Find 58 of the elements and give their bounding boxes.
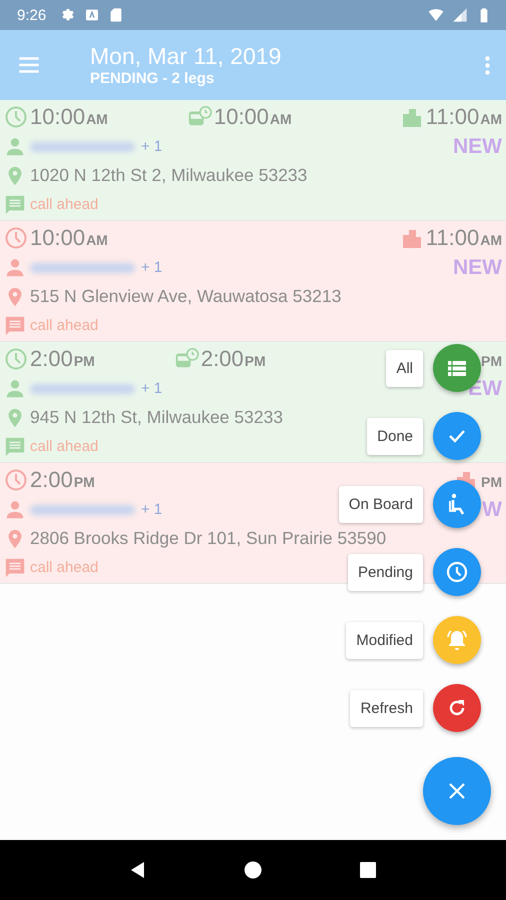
dropoff-time: 11:00AM [426,225,502,251]
sd-card-icon [108,7,124,23]
person-icon [4,256,26,278]
start-time: 10:00AM [30,104,108,130]
passenger-count: + 1 [141,259,162,276]
gear-icon [60,7,76,23]
action-label[interactable]: On Board [338,486,423,522]
action-label[interactable]: All [386,350,423,386]
signal-icon [452,7,468,23]
status-label: NEW [453,256,502,280]
clock-icon [445,560,469,584]
clock-icon [4,347,28,371]
recents-icon[interactable] [358,860,378,880]
person-icon [4,498,26,520]
clock-icon [4,105,28,129]
message-icon [4,314,26,336]
status-label: NEW [453,134,502,158]
passenger-count: + 1 [141,380,162,397]
action-label[interactable]: Modified [346,622,423,658]
wifi-icon [428,7,444,23]
action-button[interactable] [433,684,481,732]
action-label[interactable]: Pending [348,554,423,590]
note: call ahead [30,559,98,576]
action-label[interactable]: Refresh [350,690,423,726]
dropoff-time: PM [480,352,502,371]
more-icon [485,56,490,74]
dropoff-time: 11:00AM [426,104,502,130]
address: 515 N Glenview Ave, Wauwatosa 53213 [30,286,342,307]
keyboard-icon [84,7,100,23]
pickup-time: 10:00AM [214,104,292,130]
note: call ahead [30,317,98,334]
address: 945 N 12th St, Milwaukee 53233 [30,407,283,428]
clock-icon [4,226,28,250]
status-label: W [482,498,502,522]
passenger-count: + 1 [141,138,162,155]
start-time: 2:00PM [30,467,95,493]
person-icon [4,136,26,158]
start-time: 10:00AM [30,225,108,251]
message-icon [4,194,26,216]
passenger-count: + 1 [141,501,162,518]
clock-icon [4,468,28,492]
clock-time: 9:26 [17,6,46,24]
home-icon[interactable] [242,860,263,880]
app-subtitle: PENDING - 2 legs [90,70,216,87]
app-title: Mon, Mar 11, 2019 [90,43,282,70]
address: 1020 N 12th St 2, Milwaukee 53233 [30,165,308,186]
address: 2806 Brooks Ridge Dr 101, Sun Prairie 53590 [30,528,386,549]
start-time: 2:00PM [30,346,95,372]
dropoff-time: PM [480,473,502,492]
message-icon [4,556,26,578]
message-icon [4,436,26,458]
person-icon [4,378,26,400]
pickup-time: 2:00PM [200,346,266,372]
close-button[interactable] [423,757,491,825]
bell-icon [445,628,469,652]
note: call ahead [30,438,98,455]
note: call ahead [30,196,98,213]
action-label[interactable]: Done [367,418,423,454]
